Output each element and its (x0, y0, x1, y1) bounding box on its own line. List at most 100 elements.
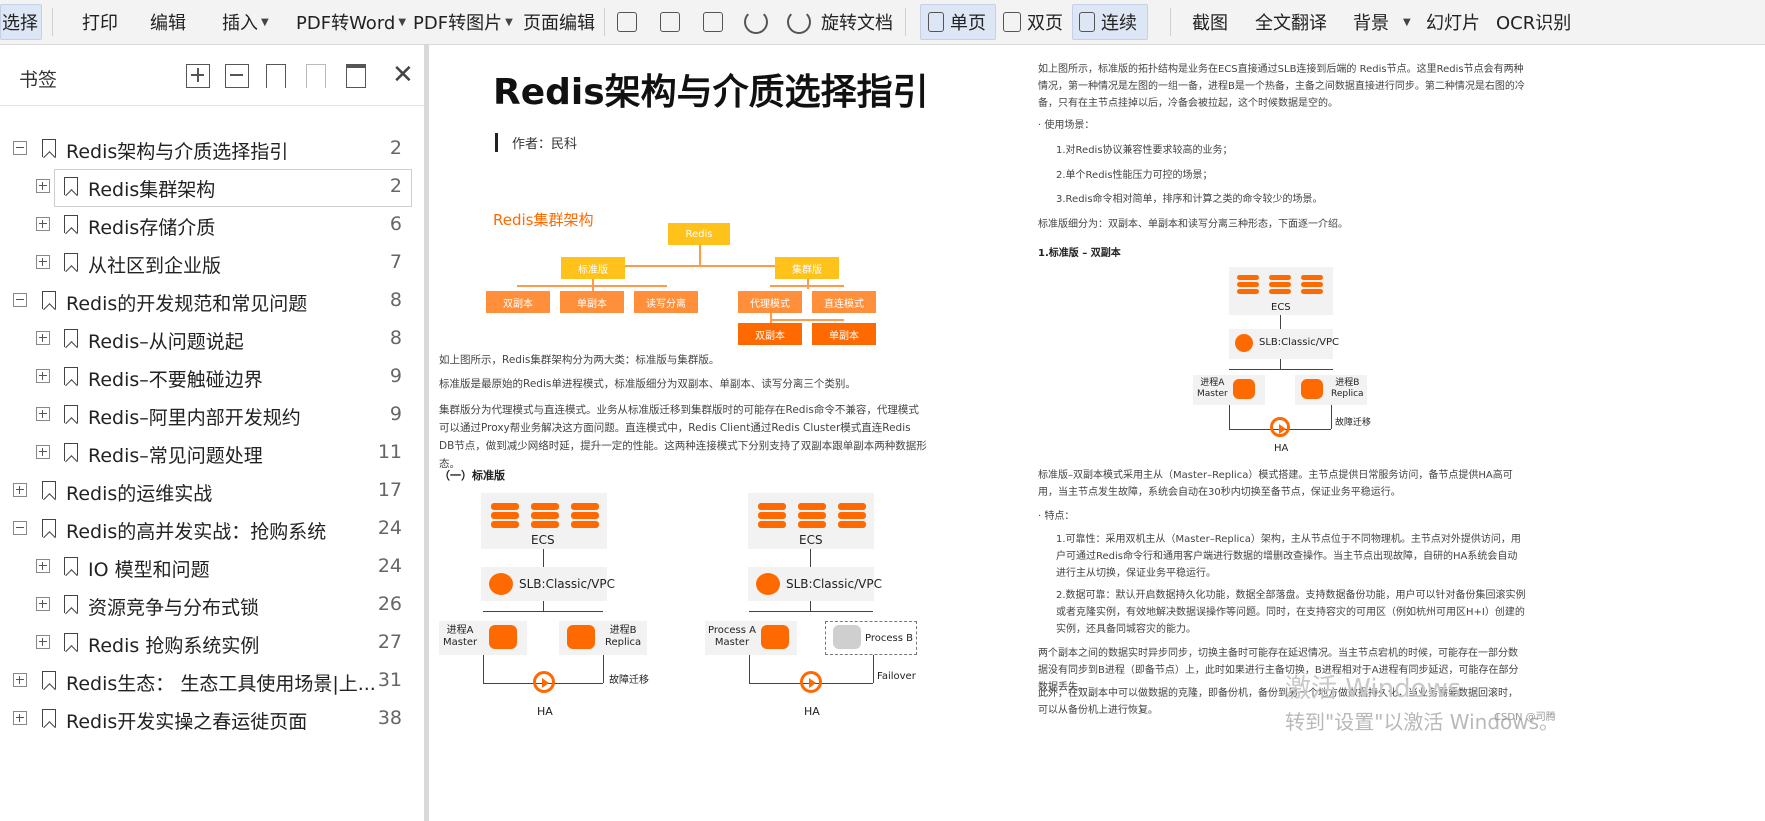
ocr-button[interactable]: OCR识别 (1496, 0, 1571, 44)
document-view[interactable]: Redis架构与介质选择指引 作者：民科 Redis集群架构 Redis 标准版… (429, 45, 1765, 821)
expand-toggle-icon[interactable] (36, 217, 50, 231)
subheading: 1.标准版 – 双副本 (1038, 248, 1121, 259)
expand-toggle-icon[interactable] (36, 635, 50, 649)
expand-toggle-icon[interactable] (13, 483, 27, 497)
server-icon (838, 503, 866, 529)
connector-line (1280, 359, 1281, 369)
expand-toggle-icon[interactable] (36, 445, 50, 459)
ocr-label: OCR识别 (1496, 13, 1572, 34)
bookmark-page: 7 (389, 251, 402, 273)
connector-line (810, 549, 811, 567)
remove-bookmark-icon[interactable] (306, 64, 326, 88)
bookmark-item[interactable]: Redis–不要触碰边界 9 (0, 357, 424, 395)
screenshot-label: 截图 (1192, 13, 1228, 34)
bookmark-page: 24 (377, 517, 402, 539)
expand-toggle-icon[interactable] (13, 711, 27, 725)
toolbar: 选择 打印 编辑 插入 ▼ PDF转Word ▼ PDF转图片 ▼ 页面编辑 旋转文档… (0, 0, 1765, 45)
double-page-button[interactable]: 双页 (1003, 0, 1063, 44)
fit-screen-icon[interactable] (660, 12, 680, 32)
expand-toggle-icon[interactable] (36, 559, 50, 573)
bookmark-item[interactable]: Redis的开发规范和常见问题 8 (0, 281, 424, 319)
fit-page-icon[interactable] (617, 12, 637, 32)
bookmark-page: 8 (389, 289, 402, 311)
edit-label: 编辑 (150, 13, 186, 34)
replica-label: 进程B Replica (605, 625, 642, 648)
page-edit-button[interactable]: 页面编辑 (523, 0, 595, 44)
screenshot-button[interactable]: 截图 (1192, 0, 1228, 44)
connector-line (749, 611, 873, 612)
edit-button[interactable]: 编辑 (150, 0, 186, 44)
slideshow-button[interactable]: 幻灯片 (1426, 0, 1480, 44)
bookmark-item[interactable]: Redis生态： 生态工具使用场景|上... 31 (0, 661, 424, 699)
bookmark-sidebar: 书签 ✕ Redis架构与介质选择指引 2 Redis集群架构 2 Redis存… (0, 45, 424, 821)
expand-all-icon[interactable] (186, 64, 210, 88)
chevron-down-icon: ▼ (1403, 16, 1411, 28)
collapse-toggle-icon[interactable] (13, 521, 27, 535)
print-button[interactable]: 打印 (82, 0, 118, 44)
select-tool-button[interactable]: 选择 (2, 0, 38, 44)
paragraph: 标准版是最原始的Redis单进程模式，标准版细分为双副本、单副本、读写分离三个类… (439, 378, 856, 390)
delete-icon[interactable] (346, 64, 366, 88)
bookmark-item[interactable]: 资源竞争与分布式锁 26 (0, 585, 424, 623)
bookmark-item[interactable]: Redis的运维实战 17 (0, 471, 424, 509)
rotate-doc-button[interactable]: 旋转文档 (821, 0, 893, 44)
bookmark-icon (64, 405, 78, 423)
tree-line (770, 313, 772, 323)
close-icon[interactable]: ✕ (392, 62, 414, 88)
redis-icon (1233, 379, 1255, 399)
bookmark-icon (64, 215, 78, 233)
bookmark-label: Redis–不要触碰边界 (88, 369, 263, 391)
connector-line (483, 611, 603, 612)
connector-line (1229, 369, 1333, 370)
collapse-toggle-icon[interactable] (13, 293, 27, 307)
bookmark-icon (64, 329, 78, 347)
bookmark-item[interactable]: Redis 抢购系统实例 27 (0, 623, 424, 661)
tree-line (770, 319, 844, 321)
continuous-button[interactable]: 连续 (1079, 0, 1137, 44)
bookmark-item[interactable]: Redis–从问题说起 8 (0, 319, 424, 357)
insert-button[interactable]: 插入 ▼ (222, 0, 269, 44)
add-bookmark-icon[interactable] (266, 64, 286, 88)
rotate-right-icon[interactable] (787, 10, 811, 34)
background-button[interactable]: 背景 ▼ (1353, 0, 1411, 44)
collapse-all-icon[interactable] (225, 64, 249, 88)
bookmark-item[interactable]: Redis开发实操之春运徙页面 38 (0, 699, 424, 737)
bookmark-label: Redis的开发规范和常见问题 (66, 293, 308, 315)
connector-line (1229, 405, 1230, 429)
expand-toggle-icon[interactable] (36, 179, 50, 193)
pdf-to-word-button[interactable]: PDF转Word ▼ (296, 0, 406, 44)
background-label: 背景 (1353, 13, 1389, 34)
pdf-to-image-button[interactable]: PDF转图片 ▼ (413, 0, 513, 44)
paragraph: 如上图所示，标准版的拓扑结构是业务在ECS直接通过SLB连接到后端的 Redis… (1038, 64, 1525, 109)
single-page-icon (928, 12, 944, 32)
bookmark-label: Redis–从问题说起 (88, 331, 244, 353)
section-heading: Redis集群架构 (493, 211, 594, 229)
bookmark-item[interactable]: Redis–阿里内部开发规约 9 (0, 395, 424, 433)
bookmark-item[interactable]: Redis存储介质 6 (0, 205, 424, 243)
slb-label: SLB:Classic/VPC (1259, 337, 1339, 348)
expand-toggle-icon[interactable] (36, 597, 50, 611)
fit-width-icon[interactable] (703, 12, 723, 32)
expand-toggle-icon[interactable] (36, 331, 50, 345)
subheading: （一）标准版 (439, 469, 505, 482)
rotate-left-icon[interactable] (744, 10, 768, 34)
ecs-label: ECS (799, 533, 823, 547)
expand-toggle-icon[interactable] (36, 407, 50, 421)
bookmark-item[interactable]: Redis–常见问题处理 11 (0, 433, 424, 471)
expand-toggle-icon[interactable] (36, 369, 50, 383)
bookmark-label: Redis存储介质 (88, 217, 216, 239)
collapse-toggle-icon[interactable] (13, 141, 27, 155)
bookmark-item[interactable]: 从社区到企业版 7 (0, 243, 424, 281)
bookmark-page: 27 (377, 631, 402, 653)
full-translate-button[interactable]: 全文翻译 (1255, 0, 1327, 44)
bookmark-item[interactable]: IO 模型和问题 24 (0, 547, 424, 585)
bookmark-item[interactable]: Redis的高并发实战：抢购系统 24 (0, 509, 424, 547)
bookmark-item[interactable]: Redis架构与介质选择指引 2 (0, 129, 424, 167)
expand-toggle-icon[interactable] (13, 673, 27, 687)
single-page-button[interactable]: 单页 (928, 0, 986, 44)
expand-toggle-icon[interactable] (36, 255, 50, 269)
bookmark-label: IO 模型和问题 (88, 559, 210, 581)
slideshow-label: 幻灯片 (1426, 13, 1480, 34)
bookmark-item-selected[interactable]: Redis集群架构 2 (0, 167, 424, 207)
continuous-icon (1079, 12, 1095, 32)
